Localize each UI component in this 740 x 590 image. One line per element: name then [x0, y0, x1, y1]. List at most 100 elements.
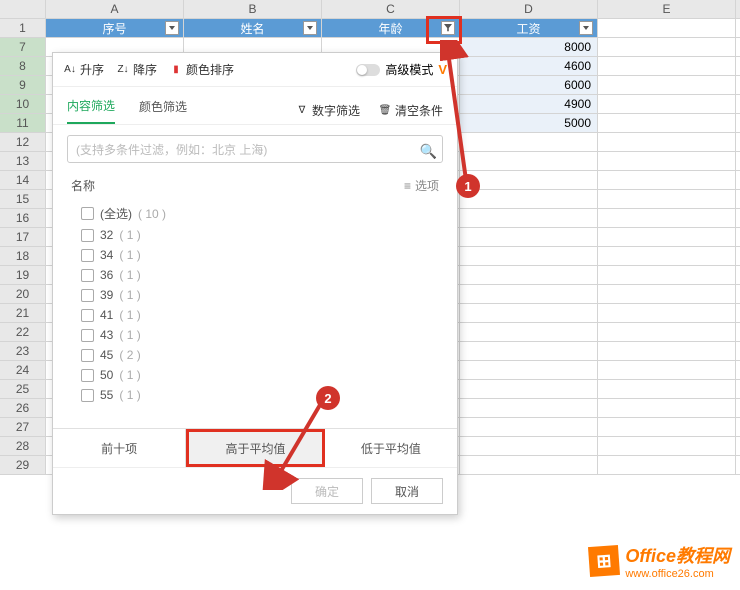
row-head-14[interactable]: 14 [0, 171, 46, 190]
sort-desc-icon: Z↓ [116, 63, 130, 77]
checkbox-icon[interactable] [81, 207, 94, 220]
sort-toolbar: A↓升序 Z↓降序 ▮颜色排序 高级模式 V [53, 53, 457, 87]
filter-value-list: (全选)( 10 )32( 1 )34( 1 )36( 1 )39( 1 )41… [53, 198, 457, 428]
sort-desc-button[interactable]: Z↓降序 [116, 61, 157, 78]
col-head-d[interactable]: D [460, 0, 598, 19]
clear-conditions-button[interactable]: 🗑清空条件 [378, 102, 443, 119]
checkbox-icon[interactable] [81, 309, 94, 322]
row-head-25[interactable]: 25 [0, 380, 46, 399]
checkbox-icon[interactable] [81, 229, 94, 242]
row-head-12[interactable]: 12 [0, 133, 46, 152]
cell-salary-11[interactable]: 5000 [460, 114, 598, 133]
callout-2: 2 [316, 386, 340, 410]
col-head-b[interactable]: B [184, 0, 322, 19]
row-head-10[interactable]: 10 [0, 95, 46, 114]
header-salary[interactable]: 工资 [460, 19, 598, 38]
cell-f1[interactable] [736, 19, 740, 38]
list-item[interactable]: 45( 2 ) [71, 345, 439, 365]
row-head-17[interactable]: 17 [0, 228, 46, 247]
list-item[interactable]: 39( 1 ) [71, 285, 439, 305]
list-header-name: 名称 [71, 177, 95, 194]
row-head-28[interactable]: 28 [0, 437, 46, 456]
row-head-18[interactable]: 18 [0, 247, 46, 266]
sort-asc-label: 升序 [80, 61, 104, 78]
list-item[interactable]: 34( 1 ) [71, 245, 439, 265]
row-head-13[interactable]: 13 [0, 152, 46, 171]
filter-dropdown-icon[interactable] [303, 21, 317, 35]
cell-salary-7[interactable]: 8000 [460, 38, 598, 57]
col-head-e[interactable]: E [598, 0, 736, 19]
header-name[interactable]: 姓名 [184, 19, 322, 38]
list-item[interactable]: 32( 1 ) [71, 225, 439, 245]
cancel-button[interactable]: 取消 [371, 478, 443, 504]
cell-salary-9[interactable]: 6000 [460, 76, 598, 95]
list-item-count: ( 1 ) [119, 328, 140, 342]
checkbox-icon[interactable] [81, 269, 94, 282]
row-head-26[interactable]: 26 [0, 399, 46, 418]
tab-content-filter[interactable]: 内容筛选 [67, 97, 115, 124]
header-serial[interactable]: 序号 [46, 19, 184, 38]
vip-badge-icon: V [438, 62, 447, 77]
sort-asc-icon: A↓ [63, 63, 77, 77]
list-item-label: 39 [100, 288, 113, 302]
row-head-1[interactable]: 1 [0, 19, 46, 38]
list-item-label: 34 [100, 248, 113, 262]
filter-dropdown-icon[interactable] [579, 21, 593, 35]
col-head-c[interactable]: C [322, 0, 460, 19]
options-link[interactable]: ≡选项 [404, 177, 439, 194]
checkbox-icon[interactable] [81, 389, 94, 402]
row-head-7[interactable]: 7 [0, 38, 46, 57]
list-item[interactable]: 50( 1 ) [71, 365, 439, 385]
checkbox-icon[interactable] [81, 349, 94, 362]
row-head-8[interactable]: 8 [0, 57, 46, 76]
above-average-button[interactable]: 高于平均值 [186, 429, 324, 467]
row-head-22[interactable]: 22 [0, 323, 46, 342]
ok-button[interactable]: 确定 [291, 478, 363, 504]
list-item[interactable]: 55( 1 ) [71, 385, 439, 405]
row-head-16[interactable]: 16 [0, 209, 46, 228]
advanced-mode-label: 高级模式 [385, 61, 433, 78]
row-head-19[interactable]: 19 [0, 266, 46, 285]
row-head-24[interactable]: 24 [0, 361, 46, 380]
filter-active-icon[interactable] [441, 21, 455, 35]
checkbox-icon[interactable] [81, 329, 94, 342]
row-head-15[interactable]: 15 [0, 190, 46, 209]
cell-salary-10[interactable]: 4900 [460, 95, 598, 114]
list-item[interactable]: 36( 1 ) [71, 265, 439, 285]
col-head-f[interactable]: F [736, 0, 740, 19]
row-head-20[interactable]: 20 [0, 285, 46, 304]
row-head-29[interactable]: 29 [0, 456, 46, 475]
col-head-a[interactable]: A [46, 0, 184, 19]
color-sort-button[interactable]: ▮颜色排序 [169, 61, 234, 78]
top-ten-button[interactable]: 前十项 [53, 429, 186, 467]
below-average-button[interactable]: 低于平均值 [325, 429, 457, 467]
list-item-count: ( 10 ) [138, 207, 166, 221]
row-head-11[interactable]: 11 [0, 114, 46, 133]
row-head-9[interactable]: 9 [0, 76, 46, 95]
search-icon: 🔍 [420, 143, 437, 160]
search-input[interactable]: (支持多条件过滤，例如：北京 上海) [67, 135, 443, 163]
quick-filter-buttons: 前十项 高于平均值 低于平均值 [53, 428, 457, 467]
checkbox-icon[interactable] [81, 289, 94, 302]
row-head-27[interactable]: 27 [0, 418, 46, 437]
cell-e1[interactable] [598, 19, 736, 38]
checkbox-icon[interactable] [81, 249, 94, 262]
list-item[interactable]: 43( 1 ) [71, 325, 439, 345]
sort-asc-button[interactable]: A↓升序 [63, 61, 104, 78]
advanced-mode-toggle[interactable]: 高级模式 V [356, 61, 447, 78]
number-filter-button[interactable]: ∇数字筛选 [295, 102, 360, 119]
clear-conditions-label: 清空条件 [395, 102, 443, 119]
number-filter-label: 数字筛选 [312, 102, 360, 119]
checkbox-icon[interactable] [81, 369, 94, 382]
list-item[interactable]: (全选)( 10 ) [71, 202, 439, 225]
filter-dropdown-icon[interactable] [165, 21, 179, 35]
list-item[interactable]: 41( 1 ) [71, 305, 439, 325]
tab-color-filter[interactable]: 颜色筛选 [139, 98, 187, 123]
row-head-23[interactable]: 23 [0, 342, 46, 361]
list-item-count: ( 1 ) [119, 268, 140, 282]
color-sort-icon: ▮ [169, 63, 183, 77]
search-placeholder: (支持多条件过滤，例如：北京 上海) [76, 141, 267, 158]
cell-salary-8[interactable]: 4600 [460, 57, 598, 76]
header-age[interactable]: 年龄 [322, 19, 460, 38]
row-head-21[interactable]: 21 [0, 304, 46, 323]
